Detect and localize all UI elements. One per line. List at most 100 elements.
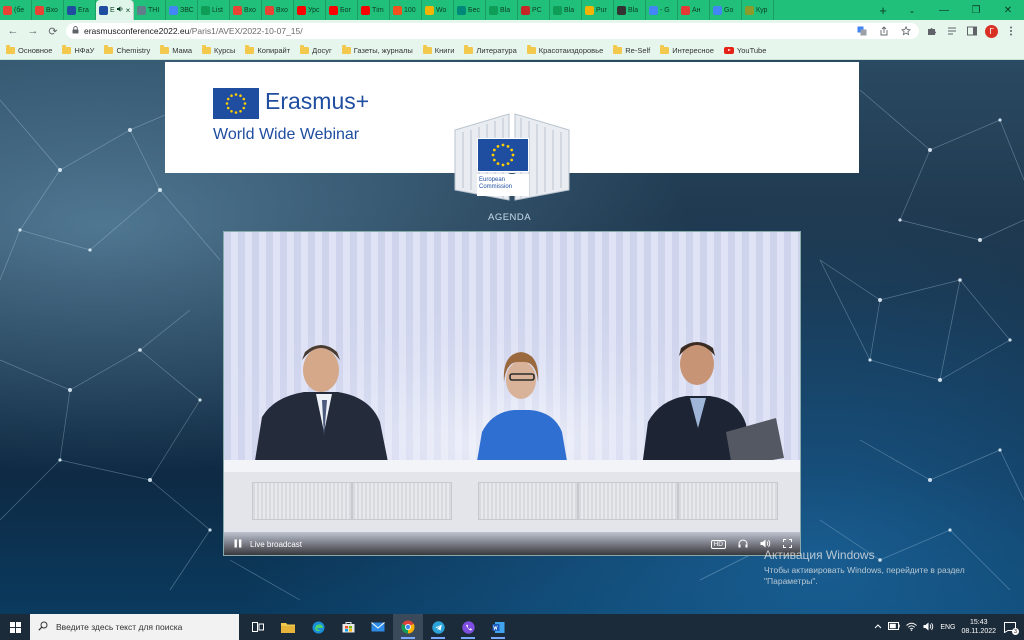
profile-avatar[interactable]: Г — [985, 24, 998, 38]
pinned-apps — [243, 614, 513, 640]
bookmark-item[interactable]: Газеты, журналы — [341, 45, 413, 55]
gmail-icon — [265, 5, 274, 15]
eu-star — [506, 144, 510, 148]
browser-tab[interactable]: 100 — [390, 0, 422, 20]
browser-tab[interactable]: E × — [96, 0, 134, 20]
menu-kebab-icon[interactable] — [1004, 24, 1018, 38]
browser-tab[interactable]: Bla — [486, 0, 518, 20]
browser-tab[interactable]: Go — [710, 0, 742, 20]
bookmark-item[interactable]: Курсы — [202, 45, 235, 55]
bookmark-item[interactable]: Интересное — [660, 45, 714, 55]
browser-tab[interactable]: ЗВС — [166, 0, 198, 20]
headphones-icon[interactable] — [738, 539, 748, 550]
table-panel — [352, 482, 452, 520]
bookmark-item[interactable]: YouTube — [723, 46, 766, 55]
tab-label: Bla — [628, 6, 639, 14]
restore-button[interactable]: ❐ — [960, 0, 992, 20]
eu-star — [511, 153, 515, 157]
browser-tab[interactable]: Era — [64, 0, 96, 20]
reload-button[interactable]: ⟳ — [46, 24, 60, 38]
new-tab-button[interactable]: + — [870, 0, 896, 20]
search-placeholder: Введите здесь текст для поиска — [56, 622, 183, 632]
browser-tab[interactable]: PC — [518, 0, 550, 20]
browser-tab[interactable]: Бог — [326, 0, 358, 20]
start-button[interactable] — [0, 614, 30, 640]
browser-tab[interactable]: Тim — [358, 0, 390, 20]
browser-tab[interactable]: List — [198, 0, 230, 20]
taskbar-search-box[interactable]: Введите здесь текст для поиска — [30, 614, 239, 640]
browser-tab[interactable]: Pur — [582, 0, 614, 20]
back-button[interactable]: ← — [6, 24, 20, 38]
minimize-button[interactable]: — — [928, 0, 960, 20]
wifi-icon[interactable] — [906, 622, 918, 633]
extensions-icon[interactable] — [925, 24, 939, 38]
bookmark-star-icon[interactable] — [899, 24, 913, 38]
url-text[interactable]: erasmusconference2022.eu/Paris1/AVEX/202… — [84, 26, 303, 36]
eu-star — [501, 163, 505, 167]
viber-icon[interactable] — [453, 614, 483, 640]
browser-tab[interactable]: Вхо — [262, 0, 294, 20]
volume-tray-icon[interactable] — [923, 622, 934, 633]
battery-icon[interactable] — [888, 622, 901, 632]
bookmark-item[interactable]: Красотаиздоровье — [526, 45, 603, 55]
pause-icon[interactable] — [234, 539, 242, 551]
tab-search-chevron-icon[interactable]: ⌄ — [896, 0, 928, 20]
browser-tab[interactable]: Бес — [454, 0, 486, 20]
bookmark-item[interactable]: Досуг — [300, 45, 332, 55]
forward-button[interactable]: → — [26, 24, 40, 38]
activation-line2: "Параметры". — [764, 576, 818, 586]
tab-label: Бес — [468, 6, 480, 14]
g-icon — [681, 5, 690, 15]
lock-icon[interactable] — [72, 26, 79, 36]
browser-tab[interactable]: Bla — [550, 0, 582, 20]
file-explorer-icon[interactable] — [273, 614, 303, 640]
input-language-indicator[interactable]: ENG — [940, 624, 955, 631]
address-bar[interactable]: erasmusconference2022.eu/Paris1/AVEX/202… — [66, 23, 919, 39]
side-panel-icon[interactable] — [965, 24, 979, 38]
bookmark-item[interactable]: Chemistry — [104, 45, 150, 55]
browser-tab[interactable]: Ан — [678, 0, 710, 20]
tab-close-icon[interactable]: × — [126, 6, 131, 15]
bookmark-item[interactable]: Re-Self — [613, 45, 650, 55]
browser-tab[interactable]: THI — [134, 0, 166, 20]
windows-taskbar: Введите здесь текст для поиска ENG 15:43… — [0, 614, 1024, 640]
browser-tab[interactable]: Вхо — [32, 0, 64, 20]
close-window-button[interactable]: ✕ — [992, 0, 1024, 20]
hd-quality-button[interactable]: HD — [710, 540, 726, 549]
agenda-link[interactable]: AGENDA — [488, 212, 531, 223]
task-view-icon[interactable] — [243, 614, 273, 640]
browser-tab[interactable]: - G — [646, 0, 678, 20]
tab-label: Bla — [564, 6, 575, 14]
eu-star — [225, 102, 229, 105]
word-icon[interactable] — [483, 614, 513, 640]
video-player[interactable]: Live broadcast HD — [223, 231, 801, 556]
bookmark-item[interactable]: Литература — [464, 45, 517, 55]
translate-icon[interactable] — [855, 24, 869, 38]
eu-star — [226, 106, 230, 110]
reading-list-icon[interactable] — [945, 24, 959, 38]
edge-browser-icon[interactable] — [303, 614, 333, 640]
live-broadcast-label: Live broadcast — [250, 540, 303, 549]
browser-tab[interactable]: Урс — [294, 0, 326, 20]
bookmark-item[interactable]: Основное — [6, 45, 52, 55]
tab-audio-icon[interactable] — [116, 6, 124, 14]
commission-label: European Commission — [477, 174, 529, 196]
mail-icon[interactable] — [363, 614, 393, 640]
telegram-icon[interactable] — [423, 614, 453, 640]
browser-tab[interactable]: Вхо — [230, 0, 262, 20]
bookmark-item[interactable]: Мама — [160, 45, 192, 55]
bookmark-item[interactable]: Копирайт — [245, 45, 290, 55]
browser-tab[interactable]: (бе — [0, 0, 32, 20]
store-icon[interactable] — [333, 614, 363, 640]
browser-tab[interactable]: Кур — [742, 0, 774, 20]
bookmark-item[interactable]: Книги — [422, 45, 454, 55]
clock[interactable]: 15:43 08.11.2022 — [961, 618, 996, 636]
activation-title: Активация Windows — [764, 548, 875, 562]
show-hidden-icons-chevron-icon[interactable] — [874, 623, 882, 631]
notification-center-icon[interactable]: 3 — [1002, 619, 1019, 635]
share-icon[interactable] — [877, 24, 891, 38]
browser-tab[interactable]: Wo — [422, 0, 454, 20]
chrome-icon[interactable] — [393, 614, 423, 640]
bookmark-item[interactable]: НФаУ — [62, 45, 94, 55]
browser-tab[interactable]: Bla — [614, 0, 646, 20]
